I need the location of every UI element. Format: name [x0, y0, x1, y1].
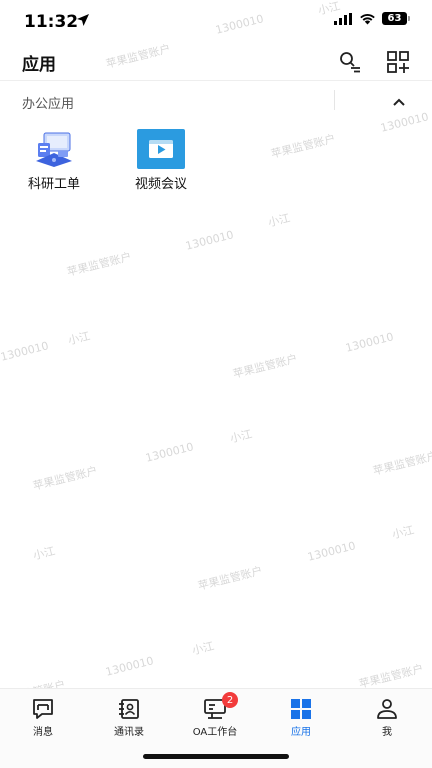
cellular-signal-icon	[334, 12, 352, 25]
app-label-research-ticket: 科研工单	[27, 177, 80, 192]
status-indicators: 63	[334, 12, 410, 25]
watermark-company: 苹果监管账户	[31, 464, 99, 493]
watermark-company: 苹果监管账户	[269, 132, 337, 161]
tab-label-apps: 应用	[291, 727, 311, 738]
page-title: 应用	[22, 55, 56, 75]
message-icon	[33, 699, 53, 719]
watermark-name: 小江	[228, 427, 254, 446]
status-time: 11:32	[24, 12, 79, 32]
app-scan-icon[interactable]	[386, 50, 410, 74]
app-tile-video-meeting[interactable]: 视频会议	[111, 129, 211, 192]
header-divider	[0, 80, 432, 81]
watermark-number: 1300010	[144, 440, 195, 465]
battery-indicator: 63	[382, 12, 410, 25]
tab-label-oa-workbench: OA工作台	[192, 727, 238, 738]
watermark-name: 小江	[190, 639, 216, 658]
watermark-company: 苹果监管账户	[371, 449, 432, 478]
watermark-number: 1300010	[344, 330, 395, 355]
status-bar: 11:32 63	[0, 0, 432, 44]
app-tile-research-ticket[interactable]: 科研工单	[4, 129, 104, 192]
research-ticket-icon	[36, 132, 72, 167]
chevron-up-icon[interactable]	[391, 95, 407, 109]
watermark-number: 1300010	[0, 339, 50, 364]
watermark-company: 苹果监管账户	[231, 352, 299, 381]
video-meeting-icon	[137, 129, 185, 169]
profile-icon	[377, 699, 397, 719]
watermark-name: 小江	[390, 523, 416, 542]
tab-contacts[interactable]: 通讯录	[86, 697, 172, 738]
tab-label-contacts: 通讯录	[114, 727, 144, 738]
watermark-company: 苹果监管账户	[65, 250, 133, 279]
watermark-number: 1300010	[306, 539, 357, 564]
app-label-video-meeting: 视频会议	[134, 177, 187, 192]
app-header: 应用	[0, 44, 432, 80]
watermark-number: 1300010	[379, 110, 430, 135]
search-list-icon[interactable]	[338, 50, 362, 74]
watermark-name: 小江	[266, 211, 292, 230]
notification-badge: 2	[222, 692, 238, 708]
tab-label-me: 我	[382, 727, 392, 738]
section-divider	[334, 90, 335, 110]
watermark-number: 1300010	[104, 654, 155, 679]
contacts-icon	[119, 699, 139, 719]
tab-oa-workbench[interactable]: 2 OA工作台	[172, 692, 258, 738]
wifi-icon	[360, 13, 375, 24]
location-arrow-icon	[77, 14, 89, 26]
apps-grid-icon	[291, 699, 311, 719]
tab-apps[interactable]: 应用	[258, 697, 344, 738]
battery-level: 63	[382, 12, 407, 25]
tab-me[interactable]: 我	[344, 697, 430, 738]
tab-messages[interactable]: 消息	[0, 697, 86, 738]
watermark-name: 小江	[31, 544, 57, 563]
watermark-name: 小江	[66, 329, 92, 348]
tab-label-messages: 消息	[33, 727, 53, 738]
watermark-number: 1300010	[184, 228, 235, 253]
home-indicator	[143, 754, 289, 759]
watermark-company: 苹果监管账户	[196, 564, 264, 593]
app-screen: 11:32 63 应用 办公应用 科研工单 视频会议 1300010 小江 苹果…	[0, 0, 432, 768]
battery-tip	[408, 16, 410, 21]
section-title-office-apps: 办公应用	[22, 97, 75, 112]
